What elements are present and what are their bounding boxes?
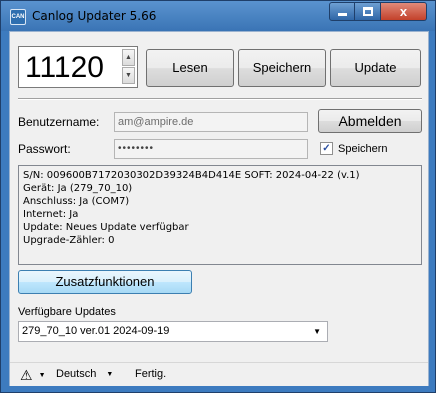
counter-value[interactable]: 11120	[25, 51, 104, 85]
counter-spinbox[interactable]: 11120 ▲ ▼	[18, 46, 138, 88]
update-button[interactable]: Update	[330, 49, 421, 87]
status-bar: ⚠ ▼ Deutsch ▼ Fertig.	[10, 362, 428, 386]
minimize-button[interactable]	[329, 2, 355, 21]
close-icon: x	[399, 4, 408, 19]
language-label: Deutsch	[56, 368, 97, 380]
username-label: Benutzername:	[18, 115, 100, 129]
window-title: Canlog Updater 5.66	[32, 9, 157, 23]
read-button[interactable]: Lesen	[146, 49, 234, 87]
spin-down-icon[interactable]: ▼	[122, 67, 135, 84]
maximize-button[interactable]	[355, 2, 381, 21]
chevron-down-icon: ▼	[313, 327, 321, 336]
password-field[interactable]: ••••••••	[114, 139, 308, 159]
close-button[interactable]: x	[381, 2, 427, 21]
warning-dropdown[interactable]: ⚠ ▼	[20, 368, 46, 382]
divider	[18, 98, 422, 100]
chevron-down-icon: ▼	[38, 371, 46, 379]
chevron-down-icon: ▼	[106, 370, 114, 378]
spin-up-icon[interactable]: ▲	[122, 49, 135, 66]
main-panel: 11120 ▲ ▼ Lesen Speichern Update Benutze…	[9, 31, 429, 386]
info-line-upgrade-counter: Upgrade-Zähler: 0	[23, 235, 115, 246]
selected-update: 279_70_10 ver.01 2024-09-19	[22, 325, 170, 337]
app-icon: CAN	[10, 9, 26, 25]
minimize-icon	[337, 13, 347, 16]
status-text: Fertig.	[135, 368, 166, 380]
extra-functions-button[interactable]: Zusatzfunktionen	[18, 270, 192, 294]
info-line-serial: S/N: 009600B7172030302D39324B4D414E SOFT…	[23, 170, 360, 181]
spin-buttons: ▲ ▼	[122, 49, 135, 85]
logout-button[interactable]: Abmelden	[318, 109, 422, 133]
device-info-box: S/N: 009600B7172030302D39324B4D414E SOFT…	[18, 165, 422, 265]
password-label: Passwort:	[18, 142, 71, 156]
warning-icon: ⚠	[20, 367, 33, 383]
window-controls: x	[329, 2, 427, 21]
language-dropdown[interactable]: Deutsch ▼	[56, 368, 113, 380]
save-credentials-label: Speichern	[338, 142, 388, 155]
info-line-internet: Internet: Ja	[23, 209, 79, 220]
info-line-connection: Anschluss: Ja (COM7)	[23, 196, 130, 207]
save-button[interactable]: Speichern	[238, 49, 326, 87]
available-updates-label: Verfügbare Updates	[18, 306, 116, 318]
checkbox-checked-icon[interactable]: ✓	[320, 142, 333, 155]
available-updates-select[interactable]: 279_70_10 ver.01 2024-09-19 ▼	[18, 321, 328, 342]
info-line-update: Update: Neues Update verfügbar	[23, 222, 189, 233]
save-credentials-checkbox[interactable]: ✓ Speichern	[320, 142, 388, 155]
app-window: CAN Canlog Updater 5.66 x 11120 ▲ ▼ Lese…	[0, 0, 436, 393]
username-field[interactable]: am@ampire.de	[114, 112, 308, 132]
info-line-device: Gerät: Ja (279_70_10)	[23, 183, 133, 194]
maximize-icon	[362, 7, 373, 16]
status-label: Fertig.	[135, 368, 167, 380]
title-bar[interactable]: CAN Canlog Updater 5.66 x	[1, 1, 435, 31]
